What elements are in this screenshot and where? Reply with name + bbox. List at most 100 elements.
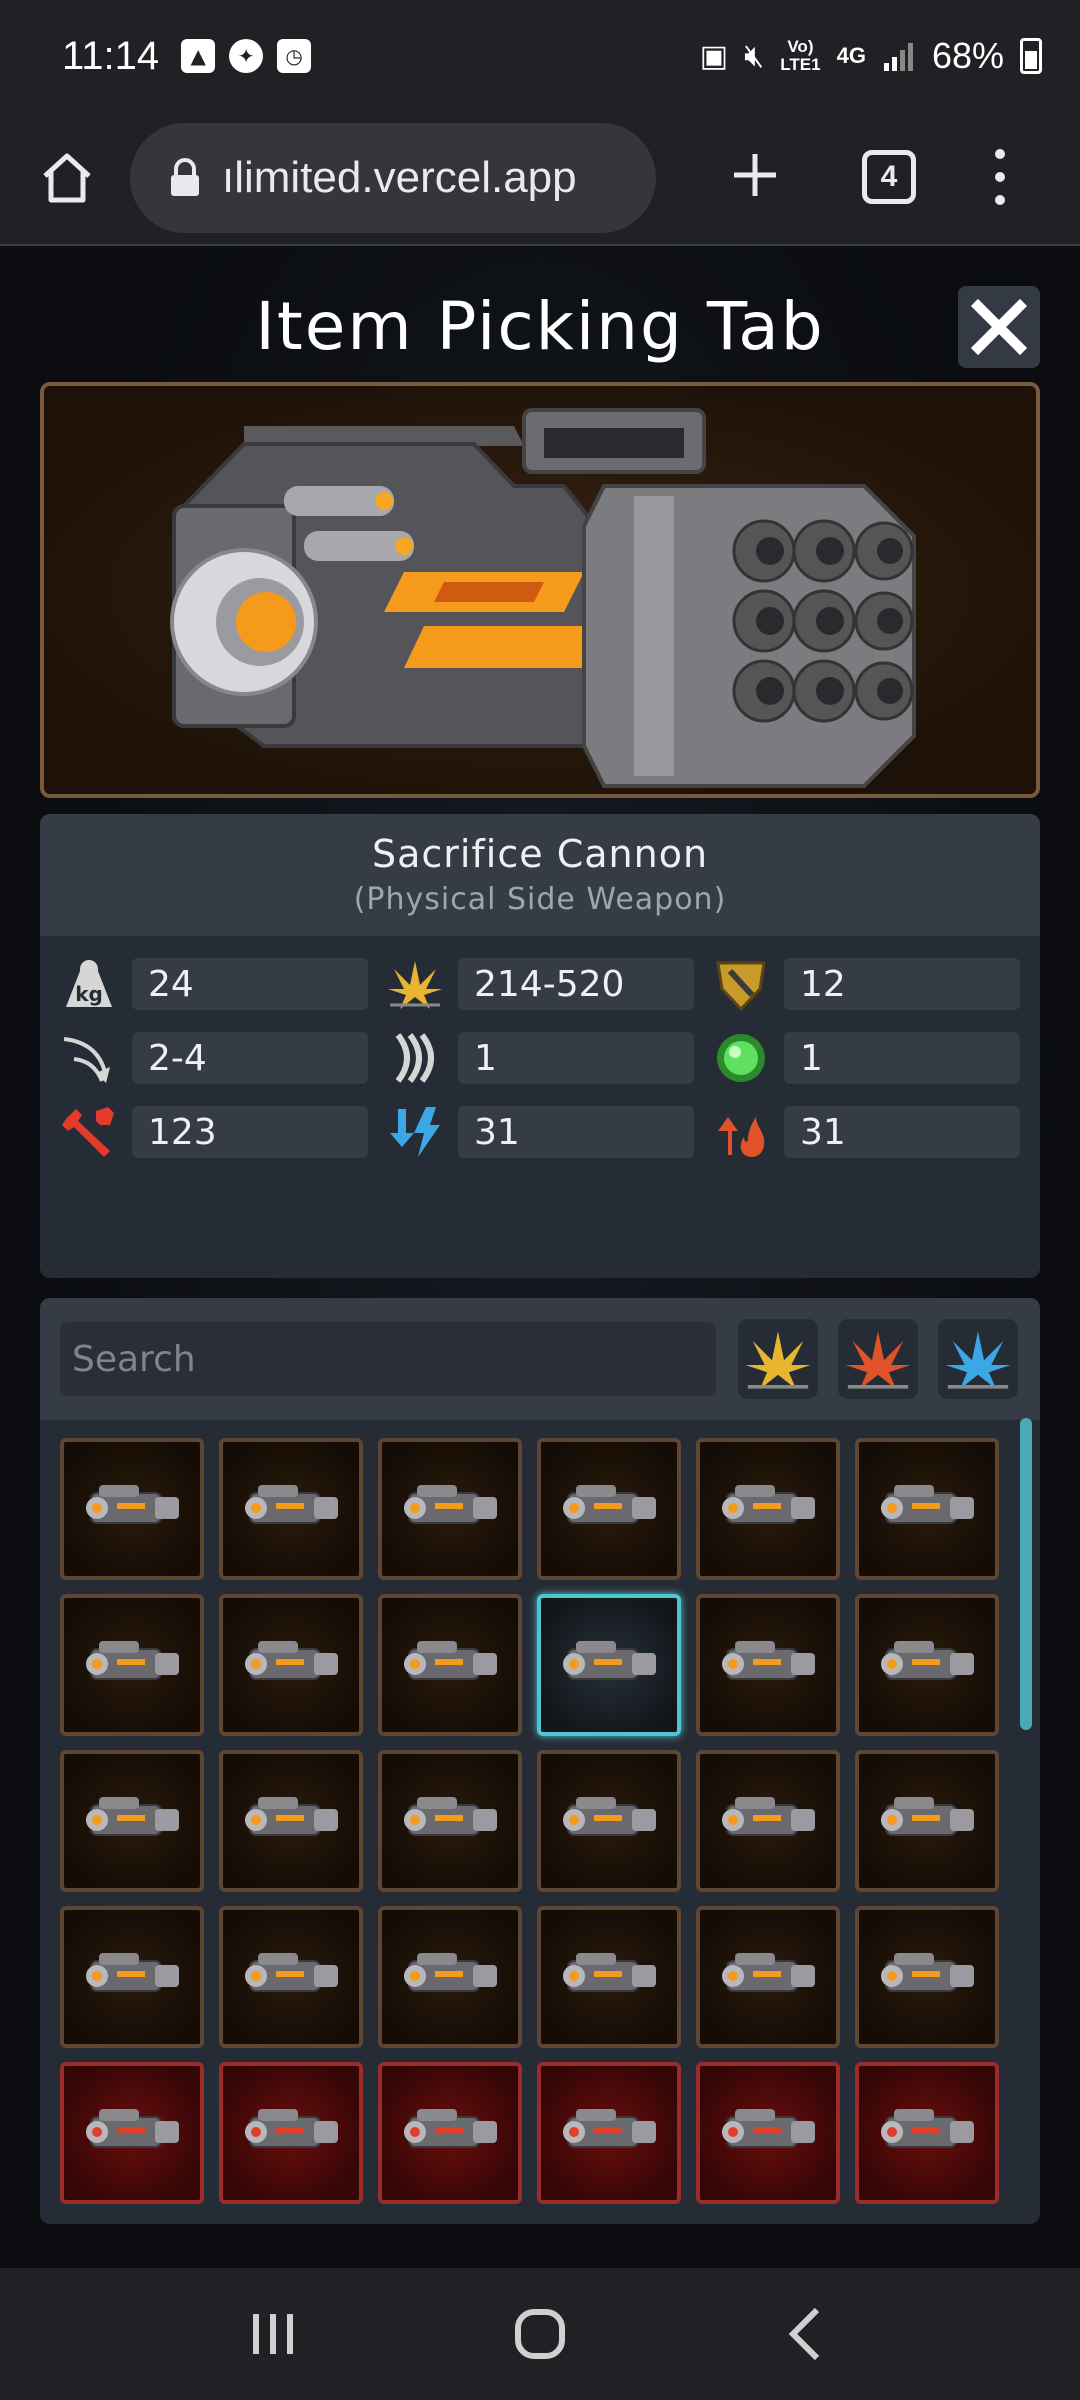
stat-weight: kg 24 bbox=[60, 958, 368, 1010]
weapon-thumbnail-icon bbox=[554, 1467, 664, 1551]
item-name: Sacrifice Cannon bbox=[371, 832, 709, 876]
repair-wrench-icon bbox=[60, 1103, 118, 1161]
item-slot[interactable] bbox=[378, 1750, 522, 1892]
network-type: 4G bbox=[836, 43, 866, 68]
lock-screen-icon: ▣ bbox=[699, 39, 729, 73]
item-slot[interactable] bbox=[696, 1750, 840, 1892]
energy-filter-button[interactable] bbox=[938, 1319, 1018, 1399]
range-icon bbox=[60, 1029, 118, 1087]
weapon-thumbnail-icon bbox=[554, 1623, 664, 1707]
lock-icon bbox=[168, 158, 202, 198]
item-preview bbox=[40, 382, 1040, 798]
weapon-thumbnail-icon bbox=[554, 2091, 664, 2175]
item-picking-modal: Item Picking Tab Sacrifice Cannon (Physi… bbox=[0, 248, 1080, 2268]
stat-damage: 214-520 bbox=[386, 958, 694, 1010]
item-type: (Physical Side Weapon) bbox=[353, 882, 727, 917]
stat-grid: kg 24 214-520 12 2-4 1 1 123 31 31 bbox=[40, 936, 1040, 1158]
new-tab-button[interactable] bbox=[722, 142, 788, 208]
weapon-thumbnail-icon bbox=[77, 1779, 187, 1863]
item-slot[interactable] bbox=[60, 1906, 204, 2048]
stat-value: 1 bbox=[458, 1032, 694, 1084]
weapon-thumbnail-icon bbox=[395, 2091, 505, 2175]
heat-filter-button[interactable] bbox=[838, 1319, 918, 1399]
item-slot[interactable] bbox=[696, 1906, 840, 2048]
item-slot[interactable] bbox=[378, 1594, 522, 1736]
weapon-thumbnail-icon bbox=[713, 1467, 823, 1551]
tab-count: 4 bbox=[880, 160, 898, 193]
item-slot[interactable] bbox=[219, 1594, 363, 1736]
weapon-thumbnail-icon bbox=[713, 2091, 823, 2175]
dot-icon bbox=[995, 171, 1005, 182]
item-slot[interactable] bbox=[219, 1438, 363, 1580]
item-slot[interactable] bbox=[855, 1906, 999, 2048]
weapon-thumbnail-icon bbox=[395, 1623, 505, 1707]
item-slot[interactable] bbox=[60, 1750, 204, 1892]
uses-per-turn-icon bbox=[386, 1029, 444, 1087]
battery-percent: 68% bbox=[931, 35, 1004, 76]
item-slot[interactable] bbox=[537, 1438, 681, 1580]
recent-apps-button[interactable] bbox=[228, 2289, 318, 2379]
item-slot[interactable] bbox=[537, 2062, 681, 2204]
item-slot[interactable] bbox=[219, 1906, 363, 2048]
item-slot[interactable] bbox=[855, 1750, 999, 1892]
home-button[interactable] bbox=[32, 143, 102, 213]
stat-value: 214-520 bbox=[458, 958, 694, 1010]
weapon-thumbnail-icon bbox=[872, 1623, 982, 1707]
weapon-thumbnail-icon bbox=[236, 1623, 346, 1707]
physical-filter-button[interactable] bbox=[738, 1319, 818, 1399]
home-nav-icon bbox=[514, 2309, 565, 2359]
item-slot[interactable] bbox=[855, 2062, 999, 2204]
stat-energy: 31 bbox=[386, 1106, 694, 1158]
weapon-thumbnail-icon bbox=[713, 1779, 823, 1863]
item-slot[interactable] bbox=[60, 1594, 204, 1736]
item-slot[interactable] bbox=[378, 2062, 522, 2204]
item-slot[interactable] bbox=[60, 2062, 204, 2204]
weapon-thumbnail-icon bbox=[554, 1935, 664, 2019]
item-slot[interactable] bbox=[378, 1438, 522, 1580]
item-slot[interactable] bbox=[60, 1438, 204, 1580]
close-button[interactable] bbox=[958, 286, 1040, 368]
stat-backfire: 1 bbox=[712, 1032, 1020, 1084]
item-slot[interactable] bbox=[696, 1594, 840, 1736]
stat-value: 123 bbox=[132, 1106, 368, 1158]
stat-value: 12 bbox=[784, 958, 1020, 1010]
stat-value: 31 bbox=[784, 1106, 1020, 1158]
clock-notification-icon: ◷ bbox=[277, 39, 312, 73]
more-menu-button[interactable] bbox=[978, 142, 1022, 212]
stat-value: 24 bbox=[132, 958, 368, 1010]
item-slot-selected[interactable] bbox=[537, 1594, 681, 1736]
stat-armor: 12 bbox=[712, 958, 1020, 1012]
browser-toolbar: ılimited.vercel.app 4 bbox=[0, 112, 1080, 246]
item-slot[interactable] bbox=[537, 1906, 681, 2048]
weapon-thumbnail-icon bbox=[77, 2091, 187, 2175]
recent-apps-icon bbox=[253, 2314, 294, 2354]
item-slot[interactable] bbox=[855, 1438, 999, 1580]
lte-label: LTE1 bbox=[780, 55, 821, 74]
item-slot[interactable] bbox=[537, 1750, 681, 1892]
address-bar[interactable]: ılimited.vercel.app bbox=[130, 123, 656, 233]
weight-kg-icon: kg bbox=[60, 955, 118, 1013]
item-slot[interactable] bbox=[219, 2062, 363, 2204]
item-slot[interactable] bbox=[378, 1906, 522, 2048]
weapon-thumbnail-icon bbox=[395, 1467, 505, 1551]
item-slot[interactable] bbox=[696, 2062, 840, 2204]
weapon-thumbnail-icon bbox=[77, 1623, 187, 1707]
item-slot[interactable] bbox=[855, 1594, 999, 1736]
weapon-thumbnail-icon bbox=[713, 1623, 823, 1707]
weapon-thumbnail-icon bbox=[872, 2091, 982, 2175]
sacrifice-cannon-image bbox=[170, 408, 916, 788]
plus-icon bbox=[734, 154, 776, 196]
stat-value: 31 bbox=[458, 1106, 694, 1158]
item-slot[interactable] bbox=[219, 1750, 363, 1892]
inventory-scrollbar[interactable] bbox=[1020, 1418, 1032, 1730]
weapon-thumbnail-icon bbox=[395, 1779, 505, 1863]
item-slot[interactable] bbox=[696, 1438, 840, 1580]
backfire-orb-icon bbox=[712, 1029, 770, 1087]
tab-switcher-button[interactable]: 4 bbox=[862, 150, 916, 204]
weapon-thumbnail-icon bbox=[236, 2091, 346, 2175]
search-input[interactable] bbox=[60, 1322, 716, 1396]
home-nav-button[interactable] bbox=[495, 2289, 585, 2379]
stat-uses: 1 bbox=[386, 1032, 694, 1084]
back-button[interactable] bbox=[762, 2289, 852, 2379]
item-stats-panel: Sacrifice Cannon (Physical Side Weapon) … bbox=[40, 814, 1040, 1278]
